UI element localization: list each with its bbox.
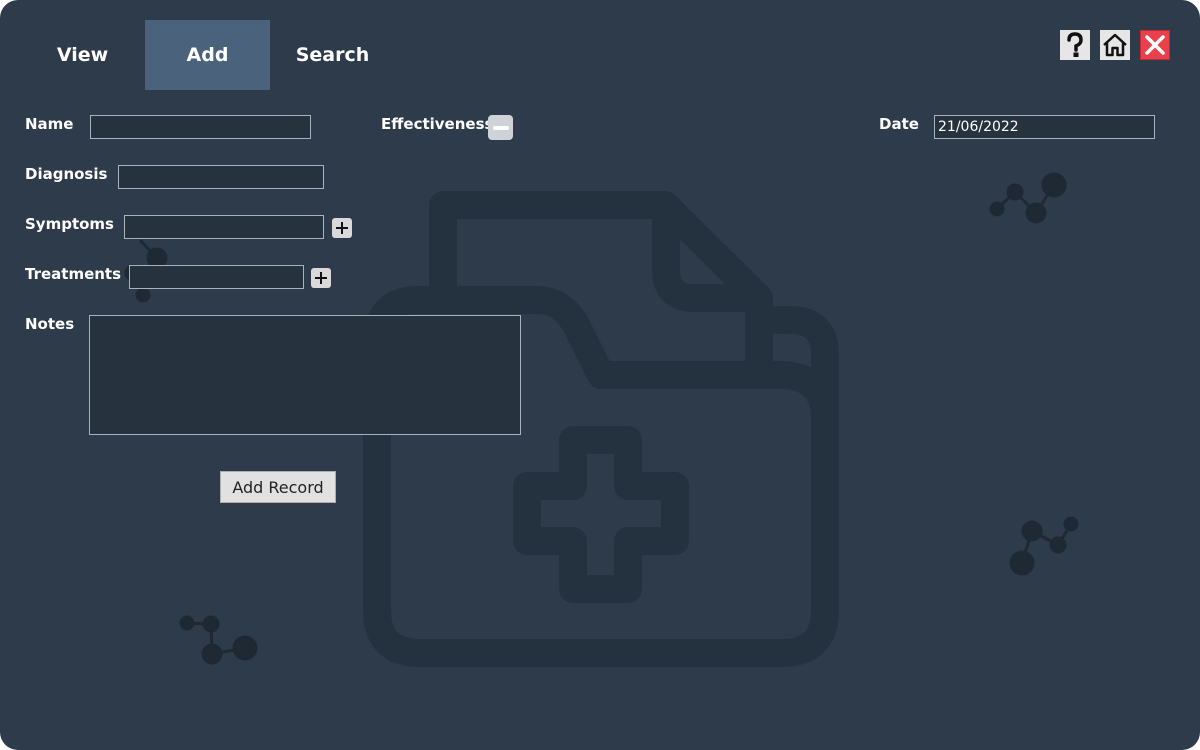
effectiveness-toggle[interactable] (488, 115, 513, 140)
name-label: Name (25, 115, 74, 133)
close-icon (1145, 35, 1165, 55)
home-button[interactable] (1100, 30, 1130, 60)
effectiveness-label: Effectiveness (381, 115, 494, 133)
question-mark-icon (1067, 32, 1083, 57)
plus-icon (336, 222, 348, 234)
diagnosis-label: Diagnosis (25, 165, 108, 183)
notes-label: Notes (25, 315, 75, 333)
help-button[interactable] (1060, 30, 1090, 60)
diagnosis-field[interactable] (118, 165, 324, 189)
treatments-field[interactable] (129, 265, 304, 289)
close-button[interactable] (1140, 30, 1170, 60)
plus-icon (315, 272, 327, 284)
add-treatment-button[interactable] (311, 268, 331, 288)
date-label: Date (879, 115, 919, 133)
molecule-icon (989, 172, 1067, 224)
tab-search[interactable]: Search (270, 20, 395, 90)
minus-icon (492, 125, 509, 130)
treatments-label: Treatments (25, 265, 122, 283)
tab-add[interactable]: Add (145, 20, 270, 90)
name-field[interactable] (90, 115, 311, 139)
date-field[interactable] (934, 115, 1155, 139)
symptoms-field[interactable] (124, 215, 324, 239)
symptoms-label: Symptoms (25, 215, 114, 233)
add-record-button[interactable]: Add Record (220, 471, 336, 503)
notes-field[interactable] (89, 315, 521, 435)
app-window: View Add Search Name Diagnosis Symptoms … (0, 0, 1200, 750)
tab-view[interactable]: View (20, 20, 145, 90)
home-icon (1103, 33, 1127, 57)
add-symptom-button[interactable] (332, 218, 352, 238)
